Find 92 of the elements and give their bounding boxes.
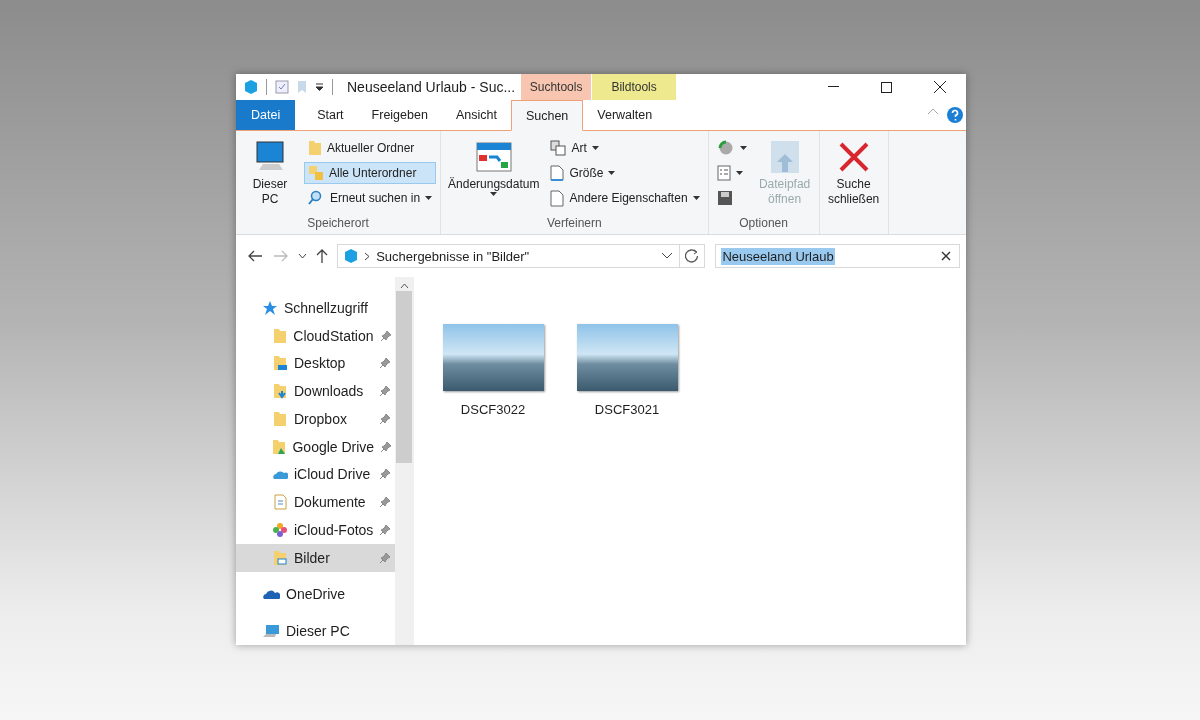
nav-item[interactable]: Dropbox (236, 405, 395, 433)
group-label: Verfeinern (545, 216, 603, 232)
close-icon[interactable] (933, 81, 946, 93)
pin-icon[interactable] (379, 523, 391, 536)
pin-icon[interactable] (379, 412, 391, 425)
nav-item[interactable]: Desktop (236, 349, 395, 378)
properties-icon[interactable] (275, 80, 289, 94)
file-name: DSCF3021 (594, 402, 660, 417)
ribbon-button[interactable]: Suche schließen (823, 135, 884, 230)
file-name: DSCF3022 (460, 402, 526, 417)
drive-folder-icon (272, 438, 287, 455)
scrollbar-thumb[interactable] (396, 291, 412, 463)
ribbon-button[interactable]: Dieser PC (240, 135, 300, 216)
nav-item[interactable]: Google Drive (236, 432, 395, 461)
flower-icon (272, 521, 288, 538)
ribbon-button[interactable]: Art (546, 137, 704, 159)
nav-item[interactable]: CloudStation (236, 321, 395, 350)
up-arrow-icon[interactable] (316, 249, 329, 263)
ribbon-button[interactable]: Alle Unterordner (304, 162, 437, 184)
ribbon-tab[interactable]: Suchen (510, 100, 584, 131)
photo-placeholder[interactable] (442, 324, 544, 391)
ribbon-tab[interactable]: Datei (236, 100, 296, 130)
pictures-folder-icon (273, 549, 287, 566)
document-icon (550, 164, 565, 182)
chevron-down-icon[interactable] (661, 252, 674, 260)
caret-icon (591, 146, 599, 150)
caret-icon (739, 146, 747, 150)
group-label: Speicherort (306, 216, 370, 232)
ribbon-button[interactable]: Änderungsdatum (445, 135, 543, 216)
nav-item[interactable]: Downloads (236, 377, 395, 405)
search-text: Neuseeland Urlaub (721, 247, 835, 265)
folders-icon (308, 165, 324, 181)
chevron-down-icon[interactable] (297, 253, 307, 259)
close-search-icon (837, 141, 870, 173)
document-icon (273, 494, 287, 511)
ribbon-button[interactable]: Aktueller Ordner (304, 137, 437, 159)
pin-icon[interactable] (379, 551, 391, 564)
pin-icon[interactable] (379, 385, 391, 398)
document-icon (550, 189, 565, 207)
pin-icon[interactable] (379, 468, 391, 481)
nav-item[interactable]: OneDrive (236, 580, 395, 609)
downloads-folder-icon (273, 383, 287, 400)
search-field[interactable]: Neuseeland Urlaub (715, 244, 960, 268)
address-bar[interactable]: Suchergebnisse in "Bilder" (337, 244, 706, 268)
caret-icon (692, 196, 700, 200)
nav-item[interactable]: Bilder (236, 543, 395, 572)
pin-icon[interactable] (379, 329, 391, 342)
pin-icon[interactable] (379, 496, 391, 509)
save-icon (716, 190, 733, 206)
pin-icon[interactable] (380, 440, 391, 453)
folder-up-icon (769, 140, 800, 174)
file-types-icon (550, 140, 567, 156)
minimize-icon[interactable] (828, 86, 839, 88)
maximize-icon[interactable] (881, 81, 892, 93)
cloud-icon (272, 468, 288, 481)
nav-item[interactable]: Schnellzugriff (236, 294, 395, 322)
group-label: Optionen (738, 216, 789, 232)
caret-icon (425, 196, 433, 200)
cloud-icon (262, 588, 280, 601)
tab-group-header: Bildtools (592, 74, 677, 100)
scrollbar[interactable] (395, 277, 413, 645)
nav-item[interactable]: Dieser PC (236, 617, 395, 645)
caret-icon (735, 171, 743, 175)
app-icon (344, 248, 359, 264)
scroll-up-icon[interactable] (399, 283, 409, 289)
desktop-folder-icon (273, 355, 287, 372)
address-path: Suchergebnisse in "Bilder" (376, 248, 531, 264)
forward-arrow-icon[interactable] (273, 250, 288, 262)
app-icon[interactable] (244, 79, 258, 95)
tab-group-header: Suchtools (521, 74, 592, 100)
back-arrow-icon[interactable] (247, 250, 262, 262)
caret-icon[interactable] (315, 83, 324, 91)
collapse-icon[interactable] (927, 107, 939, 115)
ribbon-button[interactable]: Erneut suchen in (304, 187, 437, 209)
list-icon (716, 165, 731, 181)
nav-item[interactable]: Dokumente (236, 488, 395, 516)
refresh-icon[interactable] (685, 249, 700, 263)
calendar-icon (475, 142, 512, 172)
nav-item[interactable]: iCloud Drive (236, 460, 395, 489)
ribbon-button[interactable]: Andere Eigenschaften (546, 187, 704, 209)
window-title: Neuseeland Urlaub - Suc... (346, 78, 517, 97)
help-icon[interactable] (947, 107, 963, 123)
computer-icon (262, 624, 280, 639)
star-icon (262, 299, 278, 316)
nav-item[interactable]: iCloud-Fotos (236, 516, 395, 544)
ribbon-button[interactable]: Größe (546, 162, 704, 184)
chevron-right-icon (364, 251, 371, 261)
pin-icon[interactable] (379, 357, 391, 370)
caret-icon (608, 171, 616, 175)
caret-icon (490, 192, 498, 196)
photo-placeholder[interactable] (576, 324, 678, 391)
clear-icon[interactable] (941, 251, 951, 261)
